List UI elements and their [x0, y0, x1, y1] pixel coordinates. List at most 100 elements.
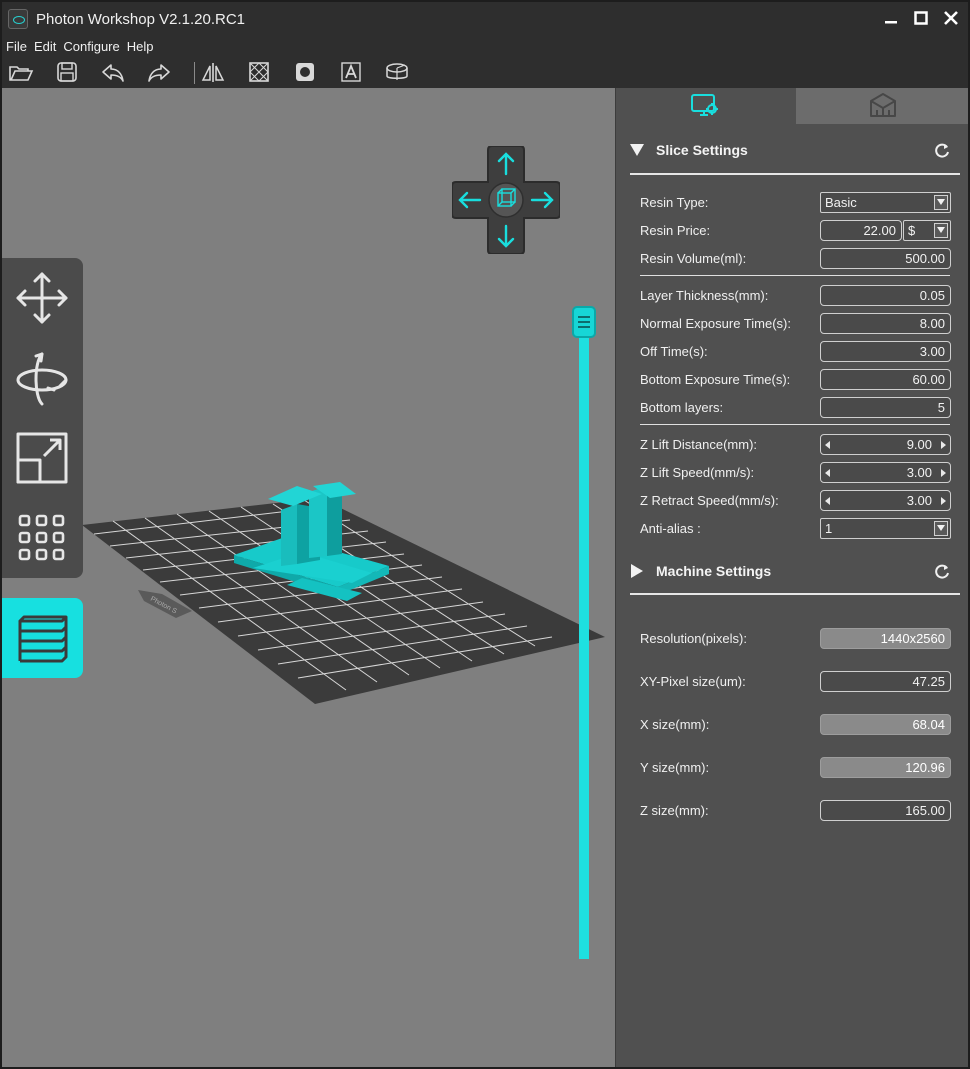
resin-price-label: Resin Price: — [640, 222, 711, 238]
layer-thickness-input[interactable]: 0.05 — [820, 284, 951, 306]
normal-exposure-label: Normal Exposure Time(s): — [640, 315, 791, 331]
redo-button[interactable] — [146, 60, 172, 84]
view-navigation-pad[interactable] — [452, 146, 560, 254]
z-size-input[interactable]: 165.00 — [820, 799, 951, 821]
rotate-icon — [16, 352, 68, 406]
save-button[interactable] — [54, 60, 80, 84]
xy-pixel-input[interactable]: 47.25 — [820, 670, 951, 692]
reset-machine-settings-icon[interactable] — [934, 563, 950, 579]
open-folder-icon — [9, 66, 34, 81]
anti-alias-label: Anti-alias : — [640, 520, 701, 536]
scale-tool-button[interactable] — [12, 428, 72, 488]
z-lift-distance-label: Z Lift Distance(mm): — [640, 436, 758, 452]
menu-file[interactable]: File — [6, 39, 27, 54]
z-lift-distance-value: 9.00 — [906, 436, 932, 452]
divider — [640, 275, 950, 276]
z-lift-distance-spinbox[interactable]: 9.00 — [820, 433, 951, 455]
undo-icon — [102, 64, 124, 82]
close-button[interactable] — [942, 8, 960, 28]
expand-arrow-icon — [631, 564, 643, 578]
z-retract-speed-row: Z Retract Speed(mm/s): 3.00 — [640, 489, 951, 511]
dropdown-arrow-icon — [934, 194, 948, 210]
decrement-arrow-icon[interactable] — [825, 468, 830, 477]
resolution-value: 1440x2560 — [820, 627, 951, 649]
z-size-row: Z size(mm): 165.00 — [640, 799, 951, 821]
menu-edit[interactable]: Edit — [34, 39, 56, 54]
reset-slice-settings-icon[interactable] — [934, 142, 950, 158]
maximize-button[interactable] — [912, 8, 930, 28]
increment-arrow-icon[interactable] — [941, 496, 946, 505]
layers-tool-button[interactable] — [2, 598, 83, 678]
rotate-tool-button[interactable] — [12, 348, 72, 408]
resin-type-row: Resin Type: Basic — [640, 191, 951, 213]
minimize-button[interactable] — [882, 8, 900, 28]
minimize-icon — [885, 21, 897, 24]
off-time-row: Off Time(s): 3.00 — [640, 340, 951, 362]
tab-slice-settings[interactable] — [616, 88, 796, 124]
resin-price-row: Resin Price: 22.00 $ — [640, 219, 951, 241]
mirror-button[interactable] — [200, 60, 226, 84]
decrement-arrow-icon[interactable] — [825, 496, 830, 505]
app-window: Photon Workshop V2.1.20.RC1 File Edit Co… — [0, 0, 970, 1069]
scale-icon — [16, 432, 68, 484]
currency-select[interactable]: $ — [903, 219, 951, 241]
menu-help[interactable]: Help — [127, 39, 154, 54]
layout-grid-icon — [18, 514, 65, 561]
x-size-value: 68.04 — [820, 713, 951, 735]
resin-price-input[interactable]: 22.00 — [820, 219, 902, 241]
z-retract-speed-spinbox[interactable]: 3.00 — [820, 489, 951, 511]
y-size-row: Y size(mm): 120.96 — [640, 756, 951, 778]
collapse-arrow-icon — [630, 144, 644, 156]
machine-settings-header[interactable]: Machine Settings — [630, 556, 960, 586]
menu-bar: File Edit Configure Help — [2, 36, 968, 56]
settings-monitor-icon — [691, 94, 718, 116]
app-logo-icon — [8, 9, 28, 29]
menu-configure[interactable]: Configure — [63, 39, 119, 54]
off-time-input[interactable]: 3.00 — [820, 340, 951, 362]
open-file-button[interactable] — [8, 60, 34, 84]
bottom-exposure-input[interactable]: 60.00 — [820, 368, 951, 390]
y-size-value: 120.96 — [820, 756, 951, 778]
normal-exposure-input[interactable]: 8.00 — [820, 312, 951, 334]
left-tool-panel — [2, 258, 83, 578]
save-icon — [57, 62, 77, 82]
undo-button[interactable] — [100, 60, 126, 84]
resin-volume-input[interactable]: 500.00 — [820, 247, 951, 269]
text-icon — [341, 62, 361, 82]
text-button[interactable] — [338, 60, 364, 84]
xy-pixel-row: XY-Pixel size(um): 47.25 — [640, 670, 951, 692]
close-icon — [944, 11, 958, 25]
decrement-arrow-icon[interactable] — [825, 440, 830, 449]
z-lift-speed-spinbox[interactable]: 3.00 — [820, 461, 951, 483]
window-title: Photon Workshop V2.1.20.RC1 — [36, 10, 246, 28]
slice-button[interactable] — [384, 60, 410, 84]
dropdown-arrow-icon — [934, 222, 948, 238]
resolution-label: Resolution(pixels): — [640, 630, 747, 646]
bottom-layers-label: Bottom layers: — [640, 399, 724, 415]
title-bar: Photon Workshop V2.1.20.RC1 — [2, 2, 968, 36]
layer-slider-handle[interactable] — [572, 306, 596, 338]
bottom-layers-input[interactable]: 5 — [820, 396, 951, 418]
normal-exposure-row: Normal Exposure Time(s): 8.00 — [640, 312, 951, 334]
layout-tool-button[interactable] — [12, 508, 72, 568]
currency-value: $ — [908, 222, 916, 238]
y-size-label: Y size(mm): — [640, 759, 710, 775]
layer-slider-track[interactable] — [579, 316, 589, 959]
anti-alias-select[interactable]: 1 — [820, 517, 951, 539]
z-retract-speed-label: Z Retract Speed(mm/s): — [640, 492, 779, 508]
model-house-icon — [869, 93, 896, 117]
slice-settings-header[interactable]: Slice Settings — [630, 135, 960, 165]
z-lift-speed-row: Z Lift Speed(mm/s): 3.00 — [640, 461, 951, 483]
increment-arrow-icon[interactable] — [941, 440, 946, 449]
hollow-icon — [249, 62, 269, 82]
tab-model[interactable] — [796, 88, 968, 124]
resin-type-select[interactable]: Basic — [820, 191, 951, 213]
3d-viewport[interactable]: Photon S — [2, 88, 615, 1067]
resin-volume-label: Resin Volume(ml): — [640, 250, 747, 266]
hollow-button[interactable] — [246, 60, 272, 84]
move-tool-button[interactable] — [12, 268, 72, 328]
bottom-layers-row: Bottom layers: 5 — [640, 396, 951, 418]
punch-hole-button[interactable] — [292, 60, 318, 84]
divider — [630, 173, 960, 175]
increment-arrow-icon[interactable] — [941, 468, 946, 477]
